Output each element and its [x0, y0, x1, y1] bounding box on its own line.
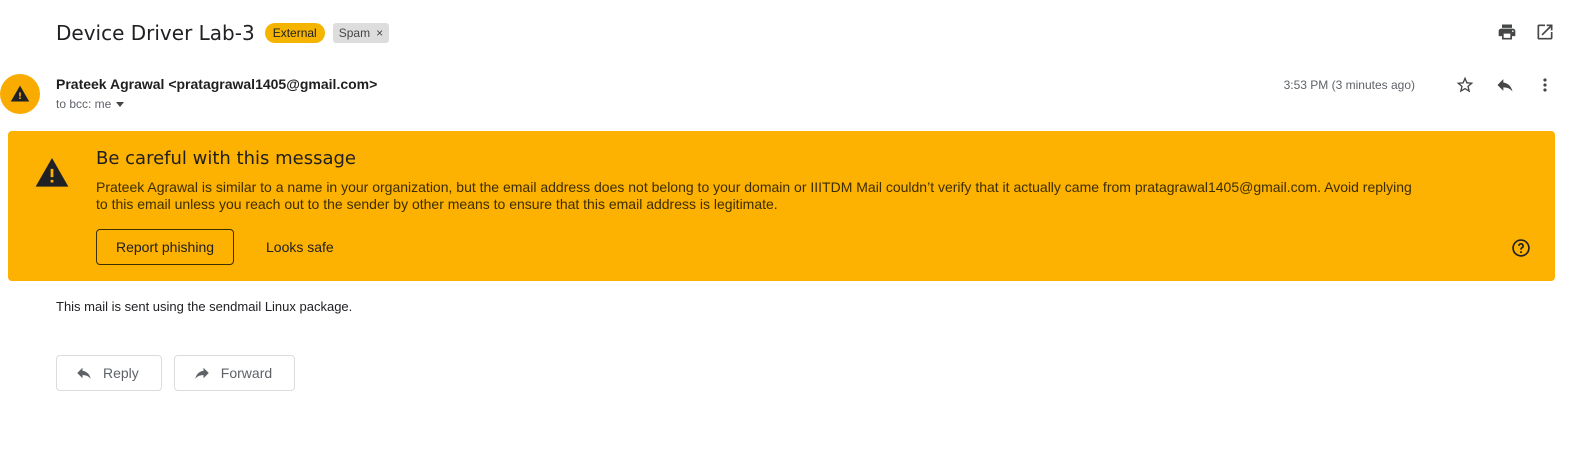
sender-avatar[interactable] — [0, 74, 40, 114]
print-icon[interactable] — [1497, 22, 1517, 42]
spam-label-text: Spam — [338, 26, 371, 40]
timestamp: 3:53 PM (3 minutes ago) — [1283, 78, 1415, 92]
looks-safe-button[interactable]: Looks safe — [255, 229, 345, 265]
message-body: This mail is sent using the sendmail Lin… — [56, 299, 353, 314]
warning-icon — [10, 85, 30, 102]
recipient-line: to bcc: me — [56, 97, 125, 111]
report-phishing-button[interactable]: Report phishing — [96, 229, 234, 265]
subject-row: Device Driver Lab-3 External Spam × — [56, 20, 390, 46]
sender-name[interactable]: Prateek Agrawal <pratagrawal1405@gmail.c… — [56, 76, 377, 92]
open-in-new-window-icon[interactable] — [1535, 22, 1555, 42]
star-icon[interactable] — [1455, 75, 1475, 95]
help-icon[interactable] — [1511, 238, 1531, 258]
warning-text: Prateek Agrawal is similar to a name in … — [96, 179, 1412, 212]
thread-actions — [1497, 22, 1555, 42]
forward-label: Forward — [220, 365, 273, 381]
phishing-warning-banner: Be careful with this message Prateek Agr… — [8, 131, 1555, 281]
message-meta: 3:53 PM (3 minutes ago) — [1284, 75, 1555, 95]
reply-actions: Reply Forward — [56, 355, 296, 391]
reply-label: Reply — [103, 365, 139, 381]
more-vert-icon[interactable] — [1535, 75, 1555, 95]
email-subject: Device Driver Lab-3 — [56, 21, 255, 45]
recipient-text: to bcc: me — [56, 97, 112, 111]
reply-icon[interactable] — [1495, 75, 1515, 95]
warning-icon — [35, 158, 69, 187]
remove-label-button[interactable]: × — [376, 26, 383, 40]
reply-button[interactable]: Reply — [56, 355, 162, 391]
forward-button[interactable]: Forward — [173, 355, 296, 391]
forward-icon — [195, 367, 209, 379]
email-view: Device Driver Lab-3 External Spam × Prat… — [0, 0, 1573, 459]
external-label: External — [264, 23, 325, 43]
spam-label: Spam × — [332, 23, 390, 43]
reply-icon — [77, 367, 91, 379]
show-details-dropdown[interactable] — [116, 101, 125, 107]
warning-title: Be careful with this message — [96, 148, 356, 169]
